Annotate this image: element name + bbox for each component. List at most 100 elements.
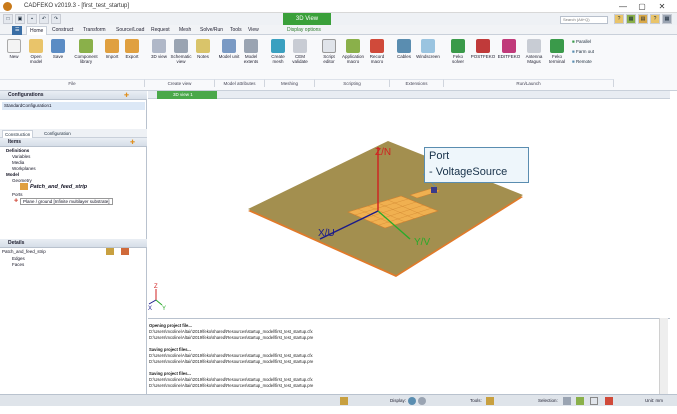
save-button[interactable]: Save bbox=[47, 37, 69, 75]
add-configuration-icon[interactable]: ✚ bbox=[124, 92, 129, 99]
maximize-button[interactable]: ▢ bbox=[633, 1, 651, 12]
tab-construction[interactable]: Construction bbox=[2, 130, 34, 138]
add-item-icon[interactable]: ✚ bbox=[130, 139, 135, 146]
model-unit-button[interactable]: Model unit bbox=[218, 37, 240, 75]
layout-icon[interactable]: ▤ bbox=[638, 14, 648, 24]
search-input[interactable]: Search (Alt+Q) bbox=[560, 16, 608, 24]
about-icon[interactable]: ? bbox=[650, 14, 660, 24]
editfeko-button[interactable]: EDITFEKO bbox=[496, 37, 522, 75]
triad-x-label: X bbox=[148, 306, 152, 312]
notes-button[interactable]: Notes bbox=[192, 37, 214, 75]
import-button[interactable]: Import bbox=[101, 37, 123, 75]
tab-tools[interactable]: Tools bbox=[227, 26, 245, 35]
triad-y-label: Y bbox=[162, 306, 166, 312]
tab-construct[interactable]: Construct bbox=[49, 26, 76, 35]
options-icon[interactable]: ▦ bbox=[626, 14, 636, 24]
document-tab-bar: 3D view 1 bbox=[148, 91, 670, 99]
output-scrollbar[interactable] bbox=[659, 318, 668, 394]
3d-view-button[interactable]: 3D view bbox=[148, 37, 170, 75]
save-icon[interactable]: ▪ bbox=[27, 14, 37, 24]
configuration-item[interactable]: StandardConfiguration1 bbox=[2, 102, 145, 110]
tab-request[interactable]: Request bbox=[148, 26, 173, 35]
settings-icon[interactable]: ▦ bbox=[662, 14, 672, 24]
display-icon[interactable] bbox=[340, 397, 348, 405]
tab-solve-run[interactable]: Solve/Run bbox=[197, 26, 226, 35]
open-model-button[interactable]: Open model bbox=[25, 37, 47, 75]
open-icon[interactable]: ▣ bbox=[15, 14, 25, 24]
postfeko-button[interactable]: POSTFEKO bbox=[470, 37, 496, 75]
output-line: D:\Users\mcoline\Altair\2019\feko\shared… bbox=[149, 359, 314, 364]
group-create-view: Create view bbox=[145, 79, 215, 87]
port-marker bbox=[431, 187, 437, 193]
tree-model[interactable]: Model bbox=[6, 172, 19, 177]
tab-transform[interactable]: Transform bbox=[80, 26, 109, 35]
parallel-button[interactable]: ■ Parallel bbox=[572, 39, 591, 44]
port-label-source: - VoltageSource bbox=[429, 166, 508, 178]
details-edges[interactable]: Edges bbox=[12, 256, 25, 261]
record-macro-button[interactable]: Record macro bbox=[366, 37, 388, 75]
output-line: D:\Users\mcoline\Altair\2019\feko\shared… bbox=[149, 383, 314, 388]
output-line: D:\Users\mcoline\Altair\2019\feko\shared… bbox=[149, 353, 313, 358]
group-model-attributes: Model attributes bbox=[215, 79, 265, 87]
tree-ports[interactable]: Ports bbox=[12, 192, 23, 197]
tree-definitions[interactable]: Definitions bbox=[6, 148, 29, 153]
cem-validate-button[interactable]: CEM validate bbox=[289, 37, 311, 75]
tab-configuration[interactable]: Configuration bbox=[42, 130, 73, 138]
cube-icon bbox=[152, 39, 166, 53]
antenna-magus-button[interactable]: Antenna Magus bbox=[522, 37, 546, 75]
tab-source-load[interactable]: Source/Load bbox=[113, 26, 147, 35]
selection-clear-icon[interactable] bbox=[605, 397, 613, 405]
delete-icon[interactable] bbox=[121, 248, 129, 255]
farm-out-button[interactable]: ■ Farm out bbox=[572, 49, 594, 54]
triad-z-label: Z bbox=[154, 284, 158, 290]
model-extents-button[interactable]: Model extents bbox=[240, 37, 262, 75]
x-axis-label: X/U bbox=[318, 228, 335, 239]
undo-icon[interactable]: ↶ bbox=[39, 14, 49, 24]
tree-media[interactable]: Media bbox=[12, 160, 24, 165]
windscreen-button[interactable]: Windscreen bbox=[415, 37, 441, 75]
close-button[interactable]: ✕ bbox=[653, 1, 671, 12]
script-icon bbox=[322, 39, 336, 53]
schematic-view-button[interactable]: Schematic view bbox=[170, 37, 192, 75]
file-menu-button[interactable]: ☰ bbox=[12, 26, 23, 35]
details-faces[interactable]: Faces bbox=[12, 262, 24, 267]
tab-view[interactable]: View bbox=[245, 26, 262, 35]
cable-icon bbox=[397, 39, 411, 53]
display-mode-icon[interactable] bbox=[408, 397, 416, 405]
script-editor-button[interactable]: Script editor bbox=[318, 37, 340, 75]
ribbon: New Open model Save Component library Im… bbox=[0, 35, 677, 91]
tab-display-options[interactable]: Display options bbox=[284, 26, 324, 35]
left-panel: Configurations ✚ StandardConfiguration1 … bbox=[0, 91, 147, 394]
details-header: Details bbox=[0, 239, 147, 248]
new-icon[interactable]: □ bbox=[3, 14, 13, 24]
tree-workplanes[interactable]: Workplanes bbox=[12, 166, 36, 171]
display-mode-2-icon[interactable] bbox=[418, 397, 426, 405]
new-document-icon bbox=[7, 39, 21, 53]
feko-terminal-button[interactable]: Feko terminal bbox=[546, 37, 568, 75]
new-button[interactable]: New bbox=[3, 37, 25, 75]
tab-3d-view-1[interactable]: 3D view 1 bbox=[157, 91, 217, 99]
tools-icon[interactable] bbox=[486, 397, 494, 405]
tree-plane-ground[interactable]: Plane / ground [Infinite multilayer subs… bbox=[20, 198, 113, 205]
remote-button[interactable]: ■ Remote bbox=[572, 59, 592, 64]
selection-box-icon[interactable] bbox=[590, 397, 598, 405]
create-mesh-button[interactable]: Create mesh bbox=[267, 37, 289, 75]
tab-home[interactable]: Home bbox=[26, 26, 48, 35]
selection-mode-icon[interactable] bbox=[563, 397, 571, 405]
postfeko-icon bbox=[476, 39, 490, 53]
edit-icon[interactable] bbox=[106, 248, 114, 255]
minimize-button[interactable]: — bbox=[614, 1, 632, 12]
export-button[interactable]: Export bbox=[121, 37, 143, 75]
cables-button[interactable]: Cables bbox=[393, 37, 415, 75]
redo-icon[interactable]: ↷ bbox=[51, 14, 61, 24]
tree-patch-and-feed-strip[interactable]: Patch_and_feed_strip bbox=[30, 184, 87, 190]
feko-solver-button[interactable]: Feko solver bbox=[447, 37, 469, 75]
application-macro-button[interactable]: Application macro bbox=[340, 37, 366, 75]
output-line: Saving project files... bbox=[149, 371, 191, 376]
3d-viewport[interactable]: Z/N X/U Y/V Z X Y bbox=[148, 99, 670, 318]
tab-mesh[interactable]: Mesh bbox=[176, 26, 194, 35]
help-icon[interactable]: ? bbox=[614, 14, 624, 24]
tree-variables[interactable]: Variables bbox=[12, 154, 30, 159]
component-library-button[interactable]: Component library bbox=[71, 37, 101, 75]
selection-filter-icon[interactable] bbox=[576, 397, 584, 405]
